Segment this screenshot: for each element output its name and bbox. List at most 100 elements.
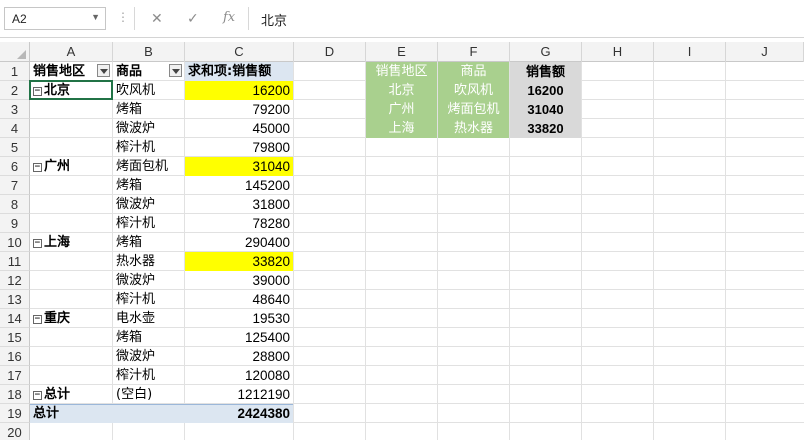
pivot-row-product[interactable]: 榨汁机 xyxy=(113,214,184,233)
summary-cell[interactable]: 16200 xyxy=(510,81,581,100)
column-header-c[interactable]: C xyxy=(185,42,294,62)
pivot-row-product[interactable]: 电水壶 xyxy=(113,309,184,328)
pivot-row-value[interactable]: 31800 xyxy=(185,195,293,214)
pivot-row-value[interactable]: 79800 xyxy=(185,138,293,157)
row-header-17[interactable]: 17 xyxy=(0,366,30,385)
pivot-row-value[interactable]: 19530 xyxy=(185,309,293,328)
enter-check-icon[interactable]: ✓ xyxy=(187,10,199,27)
pivot-row-region[interactable] xyxy=(30,100,112,119)
pivot-row-value[interactable]: 290400 xyxy=(185,233,293,252)
grand-total-label[interactable]: 总计 xyxy=(30,404,112,423)
pivot-row-product[interactable]: 烤箱 xyxy=(113,100,184,119)
row-header-14[interactable]: 14 xyxy=(0,309,30,328)
row-header-2[interactable]: 2 xyxy=(0,81,30,100)
row-header-5[interactable]: 5 xyxy=(0,138,30,157)
pivot-row-region[interactable] xyxy=(30,328,112,347)
pivot-row-product[interactable]: 烤面包机 xyxy=(113,157,184,176)
summary-header[interactable]: 商品 xyxy=(438,62,509,81)
pivot-row-region[interactable] xyxy=(30,271,112,290)
pivot-row-value[interactable]: 39000 xyxy=(185,271,293,290)
pivot-row-value[interactable]: 28800 xyxy=(185,347,293,366)
pivot-row-value[interactable]: 31040 xyxy=(185,157,293,176)
summary-header[interactable]: 销售地区 xyxy=(366,62,437,81)
row-header-8[interactable]: 8 xyxy=(0,195,30,214)
grand-total-value[interactable]: 2424380 xyxy=(185,404,293,423)
summary-cell[interactable]: 31040 xyxy=(510,100,581,119)
column-header-b[interactable]: B xyxy=(113,42,185,62)
pivot-row-value[interactable]: 145200 xyxy=(185,176,293,195)
pivot-row-region[interactable]: − 北京 xyxy=(30,81,112,100)
pivot-row-product[interactable]: 烤箱 xyxy=(113,176,184,195)
pivot-row-region[interactable] xyxy=(30,347,112,366)
pivot-row-value[interactable]: 125400 xyxy=(185,328,293,347)
pivot-row-product[interactable]: 微波炉 xyxy=(113,195,184,214)
chevron-down-icon[interactable]: ▼ xyxy=(91,12,100,22)
row-header-10[interactable]: 10 xyxy=(0,233,30,252)
row-header-12[interactable]: 12 xyxy=(0,271,30,290)
row-header-18[interactable]: 18 xyxy=(0,385,30,404)
filter-dropdown-icon[interactable] xyxy=(169,64,182,77)
pivot-row-region[interactable] xyxy=(30,195,112,214)
row-header-7[interactable]: 7 xyxy=(0,176,30,195)
pivot-row-region[interactable]: − 重庆 xyxy=(30,309,112,328)
row-header-15[interactable]: 15 xyxy=(0,328,30,347)
pivot-row-product[interactable]: 烤箱 xyxy=(113,328,184,347)
pivot-row-region[interactable]: − 总计 xyxy=(30,385,112,404)
column-header-d[interactable]: D xyxy=(294,42,366,62)
row-header-6[interactable]: 6 xyxy=(0,157,30,176)
pivot-row-product[interactable]: 微波炉 xyxy=(113,347,184,366)
drag-handle-icon[interactable]: ⋮ xyxy=(117,10,129,24)
pivot-row-region[interactable] xyxy=(30,176,112,195)
pivot-row-value[interactable]: 78280 xyxy=(185,214,293,233)
pivot-row-region[interactable] xyxy=(30,290,112,309)
name-box[interactable]: A2 ▼ xyxy=(4,7,106,30)
column-header-h[interactable]: H xyxy=(582,42,654,62)
row-header-13[interactable]: 13 xyxy=(0,290,30,309)
row-header-9[interactable]: 9 xyxy=(0,214,30,233)
pivot-header-value[interactable]: 求和项:销售额 xyxy=(185,62,293,81)
row-header-19[interactable]: 19 xyxy=(0,404,30,423)
pivot-row-value[interactable]: 33820 xyxy=(185,252,293,271)
pivot-row-value[interactable]: 48640 xyxy=(185,290,293,309)
collapse-minus-icon[interactable]: − xyxy=(33,391,42,400)
column-header-i[interactable]: I xyxy=(654,42,726,62)
collapse-minus-icon[interactable]: − xyxy=(33,163,42,172)
summary-header[interactable]: 销售额 xyxy=(510,62,581,81)
column-header-g[interactable]: G xyxy=(510,42,582,62)
cancel-icon[interactable]: ✕ xyxy=(151,10,163,27)
pivot-row-product[interactable]: 榨汁机 xyxy=(113,366,184,385)
pivot-row-region[interactable]: − 广州 xyxy=(30,157,112,176)
formula-input[interactable]: 北京 xyxy=(248,7,804,30)
select-all-corner[interactable] xyxy=(0,42,30,62)
summary-cell[interactable]: 上海 xyxy=(366,119,437,138)
summary-cell[interactable]: 广州 xyxy=(366,100,437,119)
column-header-e[interactable]: E xyxy=(366,42,438,62)
row-header-11[interactable]: 11 xyxy=(0,252,30,271)
summary-cell[interactable]: 烤面包机 xyxy=(438,100,509,119)
row-header-16[interactable]: 16 xyxy=(0,347,30,366)
collapse-minus-icon[interactable]: − xyxy=(33,87,42,96)
pivot-row-product[interactable]: (空白) xyxy=(113,385,184,404)
column-header-f[interactable]: F xyxy=(438,42,510,62)
row-header-4[interactable]: 4 xyxy=(0,119,30,138)
pivot-header-product[interactable]: 商品 xyxy=(113,62,184,81)
summary-cell[interactable]: 热水器 xyxy=(438,119,509,138)
pivot-row-value[interactable]: 45000 xyxy=(185,119,293,138)
collapse-minus-icon[interactable]: − xyxy=(33,239,42,248)
column-header-a[interactable]: A xyxy=(30,42,113,62)
summary-cell[interactable]: 33820 xyxy=(510,119,581,138)
pivot-row-value[interactable]: 120080 xyxy=(185,366,293,385)
insert-function-icon[interactable]: fx xyxy=(223,10,235,25)
pivot-row-product[interactable]: 吹风机 xyxy=(113,81,184,100)
summary-cell[interactable]: 吹风机 xyxy=(438,81,509,100)
pivot-row-product[interactable]: 微波炉 xyxy=(113,271,184,290)
column-header-j[interactable]: J xyxy=(726,42,804,62)
pivot-row-region[interactable] xyxy=(30,366,112,385)
pivot-row-value[interactable]: 16200 xyxy=(185,81,293,100)
pivot-row-region[interactable] xyxy=(30,214,112,233)
pivot-row-product[interactable]: 烤箱 xyxy=(113,233,184,252)
pivot-row-region[interactable] xyxy=(30,119,112,138)
collapse-minus-icon[interactable]: − xyxy=(33,315,42,324)
filter-dropdown-icon[interactable] xyxy=(97,64,110,77)
pivot-row-product[interactable]: 榨汁机 xyxy=(113,138,184,157)
